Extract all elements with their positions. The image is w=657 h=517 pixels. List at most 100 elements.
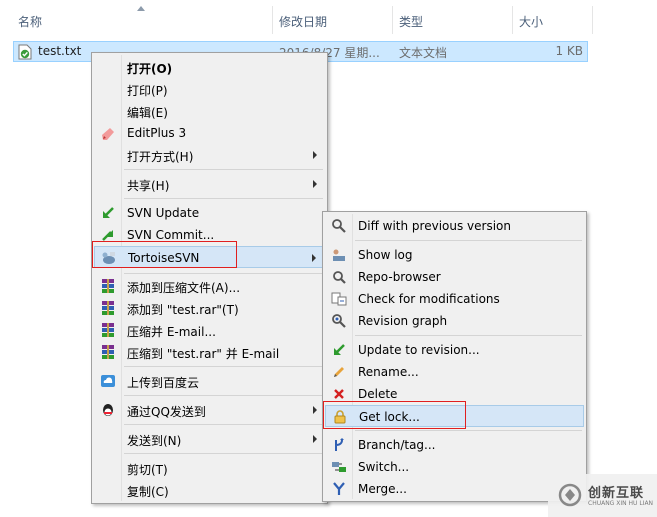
file-size: 1 KB: [555, 44, 583, 58]
text-file-icon: [18, 44, 32, 60]
menu-item-compress-test-rar-email[interactable]: 压缩到 "test.rar" 并 E-mail: [94, 341, 325, 363]
menu-item-label: 通过QQ发送到: [127, 405, 206, 419]
menu-item-label: Merge...: [358, 482, 407, 496]
menu-item-label: 复制(C): [127, 485, 169, 499]
submenu-arrow-icon: [313, 406, 317, 414]
show-log-icon: [333, 249, 345, 261]
watermark: 创新互联 CHUANG XIN HU LIAN: [548, 474, 657, 517]
tortoisesvn-submenu: Diff with previous version Show log Repo…: [322, 211, 587, 502]
menu-item-label: 编辑(E): [127, 106, 168, 120]
menu-item-qq-send[interactable]: 通过QQ发送到: [94, 399, 325, 421]
column-type-header[interactable]: 类型: [399, 13, 423, 30]
menu-separator: [124, 198, 323, 199]
menu-item-label: 压缩到 "test.rar" 并 E-mail: [127, 347, 280, 361]
menu-item-print[interactable]: 打印(P): [94, 78, 325, 100]
file-name: test.txt: [38, 44, 82, 58]
winrar-icon: [102, 279, 114, 293]
svn-item-revision-graph[interactable]: Revision graph: [325, 310, 584, 332]
menu-item-copy[interactable]: 复制(C): [94, 479, 325, 501]
svn-item-check-modifications[interactable]: Check for modifications: [325, 288, 584, 310]
column-divider[interactable]: [592, 6, 593, 34]
menu-item-label: Show log: [358, 248, 413, 262]
menu-separator: [355, 430, 582, 431]
menu-item-label: 发送到(N): [127, 434, 182, 448]
svn-item-diff[interactable]: Diff with previous version: [325, 215, 584, 237]
submenu-arrow-icon: [313, 435, 317, 443]
submenu-arrow-icon: [313, 180, 317, 188]
menu-item-open-with[interactable]: 打开方式(H): [94, 144, 325, 166]
sort-ascending-icon: [137, 6, 145, 11]
menu-item-share[interactable]: 共享(H): [94, 173, 325, 195]
svn-item-merge[interactable]: Merge...: [325, 478, 584, 500]
menu-item-add-to-test-rar[interactable]: 添加到 "test.rar"(T): [94, 297, 325, 319]
menu-item-label: 打印(P): [127, 84, 168, 98]
highlight-box-get-lock: [323, 401, 466, 429]
context-menu: 打开(O) 打印(P) 编辑(E) EditPlus 3 打开方式(H) 共享(…: [91, 52, 328, 504]
winrar-icon: [102, 345, 114, 359]
menu-item-add-to-archive[interactable]: 添加到压缩文件(A)...: [94, 275, 325, 297]
menu-item-compress-email[interactable]: 压缩并 E-mail...: [94, 319, 325, 341]
svn-item-show-log[interactable]: Show log: [325, 244, 584, 266]
column-divider[interactable]: [272, 6, 273, 34]
menu-item-label: 共享(H): [127, 179, 170, 193]
menu-item-label: Rename...: [358, 365, 419, 379]
menu-item-label: 上传到百度云: [127, 376, 200, 390]
file-type: 文本文档: [399, 46, 448, 60]
svn-item-switch[interactable]: Switch...: [325, 456, 584, 478]
column-divider[interactable]: [392, 6, 393, 34]
submenu-arrow-icon: [312, 254, 316, 262]
column-size-header[interactable]: 大小: [519, 13, 543, 30]
column-header: 名称 修改日期 类型 大小: [0, 0, 600, 40]
menu-item-label: Diff with previous version: [358, 219, 511, 233]
menu-item-label: Check for modifications: [358, 292, 500, 306]
diff-icon: [332, 219, 346, 233]
menu-item-label: 打开方式(H): [127, 150, 194, 164]
menu-item-label: 添加到压缩文件(A)...: [127, 281, 241, 295]
watermark-logo-icon: [558, 483, 582, 507]
menu-item-editplus[interactable]: EditPlus 3: [94, 122, 325, 144]
menu-item-label: Delete: [358, 387, 398, 401]
qq-icon: [103, 404, 113, 416]
repo-browser-icon: [333, 271, 346, 284]
menu-item-label: SVN Update: [127, 206, 200, 220]
menu-item-cut[interactable]: 剪切(T): [94, 457, 325, 479]
svn-item-rename[interactable]: Rename...: [325, 361, 584, 383]
svn-item-update-to-revision[interactable]: Update to revision...: [325, 339, 584, 361]
watermark-text: 创新互联: [588, 486, 645, 501]
menu-separator: [355, 240, 582, 241]
revision-graph-icon: [332, 314, 346, 328]
menu-separator: [124, 169, 323, 170]
highlight-box-tortoisesvn: [92, 241, 237, 268]
menu-item-label: Update to revision...: [358, 343, 480, 357]
menu-item-label: EditPlus 3: [127, 126, 187, 140]
rename-icon: [334, 367, 344, 377]
submenu-arrow-icon: [313, 151, 317, 159]
menu-item-edit[interactable]: 编辑(E): [94, 100, 325, 122]
menu-item-send-to[interactable]: 发送到(N): [94, 428, 325, 450]
column-divider[interactable]: [512, 6, 513, 34]
svn-item-branch-tag[interactable]: Branch/tag...: [325, 434, 584, 456]
baidu-cloud-icon: [101, 375, 115, 387]
menu-separator: [355, 335, 582, 336]
menu-item-label: Switch...: [358, 460, 410, 474]
menu-item-label: Branch/tag...: [358, 438, 436, 452]
watermark-subtext: CHUANG XIN HU LIAN: [588, 500, 654, 507]
menu-separator: [124, 273, 323, 274]
menu-item-label: 剪切(T): [127, 463, 168, 477]
editplus-icon: [102, 128, 114, 140]
switch-icon: [332, 462, 346, 472]
menu-item-svn-update[interactable]: SVN Update: [94, 202, 325, 224]
menu-item-label: 添加到 "test.rar"(T): [127, 303, 239, 317]
branch-icon: [335, 438, 344, 451]
column-name-header[interactable]: 名称: [18, 13, 42, 30]
check-modifications-icon: [331, 292, 347, 306]
svn-item-repo-browser[interactable]: Repo-browser: [325, 266, 584, 288]
menu-item-baidu-cloud[interactable]: 上传到百度云: [94, 370, 325, 392]
menu-item-label: Revision graph: [358, 314, 448, 328]
menu-separator: [124, 366, 323, 367]
menu-item-label: SVN Commit...: [127, 228, 215, 242]
menu-separator: [124, 453, 323, 454]
column-date-header[interactable]: 修改日期: [279, 13, 327, 30]
winrar-icon: [102, 323, 114, 337]
menu-item-open[interactable]: 打开(O): [94, 56, 325, 78]
